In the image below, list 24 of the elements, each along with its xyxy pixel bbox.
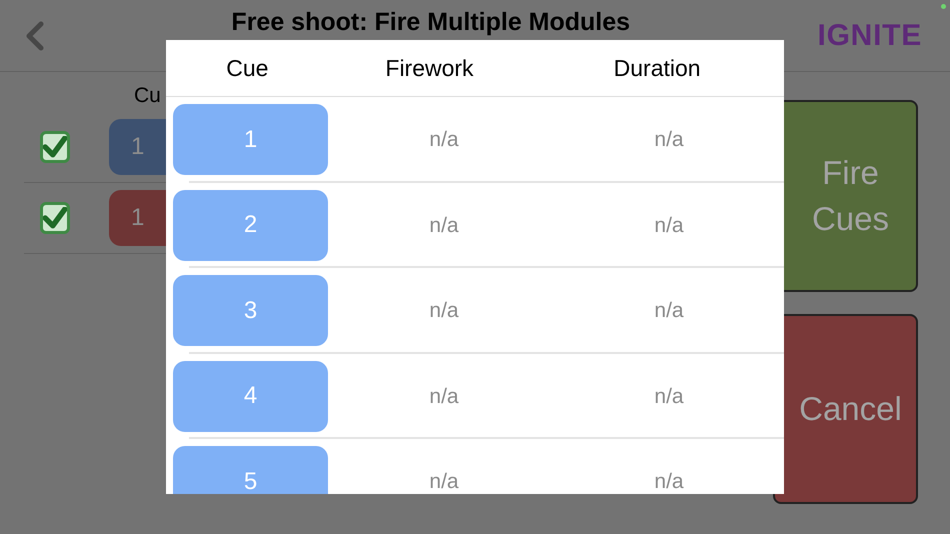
column-header: Duration xyxy=(614,54,701,83)
cue-button[interactable]: 4 xyxy=(173,360,328,432)
firework-cell-text: n/a xyxy=(429,127,459,153)
cue-button[interactable]: 2 xyxy=(173,190,328,261)
column-header: Cu xyxy=(134,84,161,107)
duration-cell-text: n/a xyxy=(654,298,684,324)
screen-title: Free shoot: Fire Multiple Modules xyxy=(231,8,630,36)
firework-cell-text: n/a xyxy=(429,298,459,324)
cue-button[interactable]: 3 xyxy=(173,275,328,346)
cancel-button[interactable]: Cancel xyxy=(773,314,918,504)
checkbox[interactable] xyxy=(40,131,70,163)
firework-cell-text: n/a xyxy=(429,212,459,238)
column-header: Cue xyxy=(226,54,268,83)
duration-cell-text: n/a xyxy=(654,469,684,494)
firework-cell-text: n/a xyxy=(429,469,459,494)
cue-button[interactable]: 1 xyxy=(173,104,328,176)
duration-cell-text: n/a xyxy=(654,384,684,410)
duration-cell-text: n/a xyxy=(654,212,684,238)
firework-cell-text: n/a xyxy=(429,384,459,410)
logo: IGNITE xyxy=(817,18,922,54)
cue-button[interactable]: 5 xyxy=(173,446,328,494)
column-header: Firework xyxy=(385,54,474,83)
duration-cell-text: n/a xyxy=(654,127,684,153)
checkbox[interactable] xyxy=(40,202,70,234)
